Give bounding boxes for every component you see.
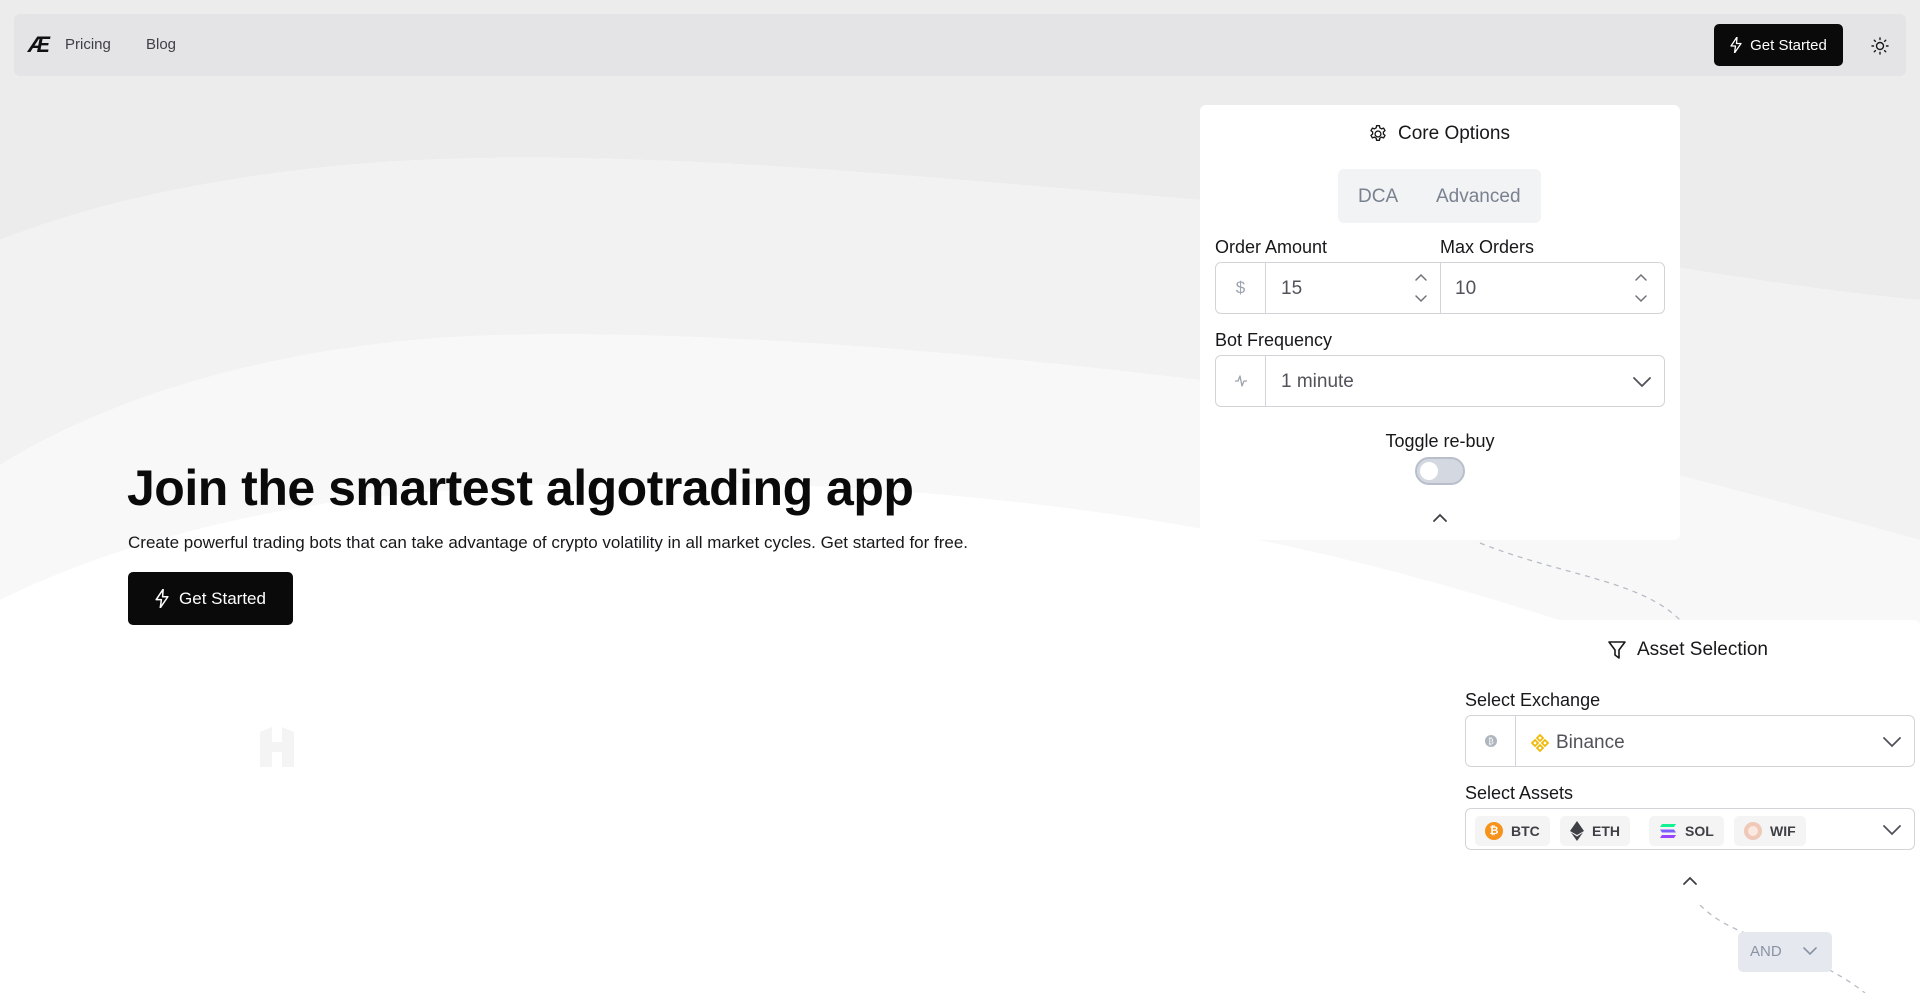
max-orders-stepper[interactable] [1634, 271, 1648, 305]
tab-dca[interactable]: DCA [1358, 186, 1398, 208]
exchange-value: Binance [1556, 732, 1625, 753]
max-orders-value[interactable]: 10 [1455, 278, 1476, 300]
nav-get-started-button[interactable]: Get Started [1714, 24, 1843, 66]
asset-chip-wif[interactable]: WIF [1734, 816, 1806, 846]
order-amount-label: Order Amount [1215, 237, 1328, 257]
svg-text:₿: ₿ [1488, 736, 1494, 746]
lightning-icon [1730, 37, 1742, 53]
chevron-down-icon [1633, 377, 1651, 388]
hero-title: Join the smartest algotrading app [127, 460, 914, 516]
asset-chip-sol[interactable]: SOL [1649, 816, 1724, 846]
core-options-card: Core Options DCA Advanced Order Amount M… [1200, 105, 1680, 540]
core-options-title-text: Core Options [1398, 123, 1510, 144]
nav-link-blog[interactable]: Blog [146, 36, 176, 54]
chevron-down-icon [1883, 737, 1901, 748]
exchange-value-wrap: Binance [1530, 732, 1625, 754]
activity-icon [1216, 356, 1266, 406]
rebuy-toggle[interactable] [1415, 457, 1465, 485]
btc-icon: ₿ [1485, 822, 1503, 840]
strategy-tabs: DCA Advanced [1338, 169, 1541, 223]
order-amount-value[interactable]: 15 [1281, 278, 1302, 300]
bot-frequency-label: Bot Frequency [1215, 330, 1333, 350]
wif-icon [1744, 822, 1762, 840]
lightning-icon [155, 589, 169, 608]
eth-icon [1570, 821, 1584, 841]
asset-chip-btc[interactable]: ₿ BTC [1475, 816, 1550, 846]
logic-operator-select[interactable]: AND [1738, 932, 1832, 972]
asset-selection-title-text: Asset Selection [1637, 639, 1768, 660]
hero-get-started-label: Get Started [179, 588, 266, 608]
logo[interactable]: Æ [28, 32, 52, 58]
nav-link-pricing[interactable]: Pricing [65, 36, 111, 54]
hero-get-started-button[interactable]: Get Started [128, 572, 293, 625]
bot-frequency-value: 1 minute [1281, 371, 1354, 392]
select-assets-label: Select Assets [1465, 783, 1574, 803]
top-nav: Æ Pricing Blog Get Started [14, 14, 1906, 76]
order-amount-stepper[interactable] [1414, 271, 1428, 305]
chevron-up-icon[interactable] [1432, 513, 1448, 523]
logic-operator-value: AND [1750, 943, 1782, 960]
hero-subtitle: Create powerful trading bots that can ta… [128, 533, 969, 552]
toggle-knob [1420, 462, 1438, 480]
sol-icon [1660, 824, 1676, 838]
asset-chip-label: SOL [1685, 823, 1714, 839]
bot-frequency-select[interactable]: 1 minute [1215, 355, 1665, 407]
chevron-down-icon[interactable] [1882, 824, 1902, 836]
nav-get-started-label: Get Started [1750, 36, 1827, 54]
asset-chip-label: WIF [1770, 823, 1796, 839]
order-amount-field[interactable]: $ 15 [1215, 262, 1442, 314]
tab-advanced[interactable]: Advanced [1436, 186, 1521, 208]
core-options-title: Core Options [1368, 123, 1510, 145]
asset-selection-title: Asset Selection [1607, 639, 1768, 661]
exchange-select[interactable]: ₿ Binance [1465, 715, 1915, 767]
max-orders-field[interactable]: 10 [1440, 262, 1665, 314]
asset-selection-card: Asset Selection Select Exchange ₿ Binanc… [1450, 620, 1920, 905]
asset-chip-label: ETH [1592, 823, 1620, 839]
chevron-down-icon [1803, 947, 1817, 956]
assets-multiselect[interactable]: ₿ BTC ETH SOL WIF [1465, 808, 1915, 850]
asset-chip-eth[interactable]: ETH [1560, 816, 1630, 846]
select-exchange-label: Select Exchange [1465, 690, 1601, 710]
chevron-up-icon[interactable] [1682, 876, 1698, 886]
toggle-rebuy-label: Toggle re-buy [1385, 431, 1495, 451]
max-orders-label: Max Orders [1440, 237, 1535, 257]
sun-icon[interactable] [1870, 36, 1890, 56]
faded-logo-mark [252, 722, 302, 772]
filter-icon [1608, 641, 1626, 659]
gear-icon [1370, 125, 1386, 141]
binance-icon [1530, 733, 1550, 753]
bitcoin-circle-icon: ₿ [1466, 716, 1516, 766]
dollar-prefix: $ [1216, 263, 1266, 313]
asset-chip-label: BTC [1511, 823, 1540, 839]
